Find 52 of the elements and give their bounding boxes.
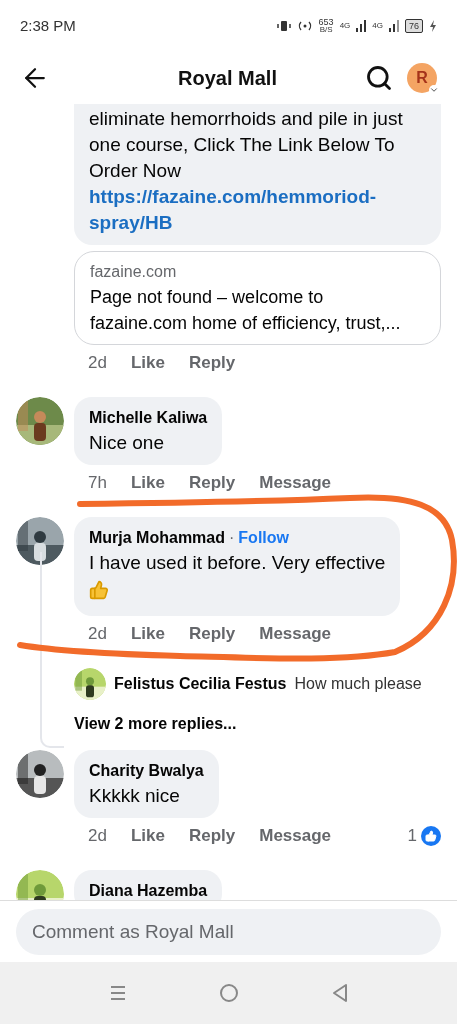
reply-button[interactable]: Reply (188, 621, 236, 647)
follow-link[interactable]: Follow (238, 526, 289, 550)
comment-field[interactable]: Comment as Royal Mall (16, 908, 441, 955)
comment-text: Nice one (89, 431, 165, 455)
commenter-name[interactable]: Murja Mohammad (89, 526, 225, 550)
reply-button[interactable]: Reply (188, 823, 236, 849)
search-button[interactable] (365, 64, 393, 92)
hotspot-icon (296, 20, 313, 32)
link-preview-card[interactable]: fazaine.com Page not found – welcome to fazaine.com home of efficiency, trust,... (74, 251, 441, 345)
comment-time: 2d (88, 352, 107, 375)
battery-level: 76 (405, 19, 423, 33)
preview-title: Page not found – welcome to fazaine.com home of efficiency, trust,... (90, 286, 402, 335)
profile-avatar[interactable]: R (407, 63, 437, 93)
commenter-name[interactable]: Charity Bwalya (89, 759, 204, 783)
data-rate-unit: B/S (319, 26, 333, 34)
reply-button[interactable]: Reply (188, 470, 236, 496)
like-button[interactable]: Like (130, 470, 165, 496)
view-more-replies[interactable]: View 2 more replies... (74, 712, 457, 734)
home-nav-button[interactable] (218, 983, 239, 1003)
page-title: Royal Mall (177, 66, 278, 91)
comment-time: 7h (88, 472, 107, 495)
signal-icon (356, 20, 367, 32)
reply-text: How much please (294, 674, 422, 694)
network-type: 4G (339, 20, 351, 32)
commenter-name[interactable]: Diana Hazemba (89, 879, 208, 900)
comment-text: I have used it before. Very effective (89, 551, 386, 575)
comment-time: 2d (88, 623, 107, 646)
like-button[interactable]: Like (130, 350, 165, 376)
comment-text: Kkkkk nice (89, 784, 181, 808)
separator-dot: · (229, 528, 235, 548)
reply-author[interactable]: Felistus Cecilia Festus (114, 672, 287, 696)
comment-text: eliminate hemorrhoids and pile in just one course, Click The Link Below To Order Now (89, 107, 404, 183)
status-time: 2:38 PM (20, 15, 76, 36)
vibrate-icon (276, 20, 291, 32)
signal-icon (389, 20, 399, 32)
back-nav-button[interactable] (330, 983, 349, 1003)
data-rate: 653 (318, 18, 334, 26)
charging-icon (429, 20, 437, 32)
menu-nav-button[interactable] (108, 984, 127, 1002)
message-button[interactable]: Message (259, 621, 332, 647)
reaction-count: 1 (407, 825, 417, 848)
like-button[interactable]: Like (130, 621, 165, 647)
reply-button[interactable]: Reply (188, 350, 236, 376)
comment-time: 2d (88, 825, 107, 848)
message-button[interactable]: Message (259, 470, 332, 496)
preview-domain: fazaine.com (90, 262, 178, 282)
comment-link[interactable]: https://fazaine.com/hemmoriod-spray/HB (89, 184, 419, 236)
network-type: 4G (372, 20, 383, 32)
like-button[interactable]: Like (130, 823, 165, 849)
commenter-name[interactable]: Michelle Kaliwa (89, 406, 208, 430)
message-button[interactable]: Message (259, 823, 332, 849)
like-reaction-icon (421, 826, 441, 846)
